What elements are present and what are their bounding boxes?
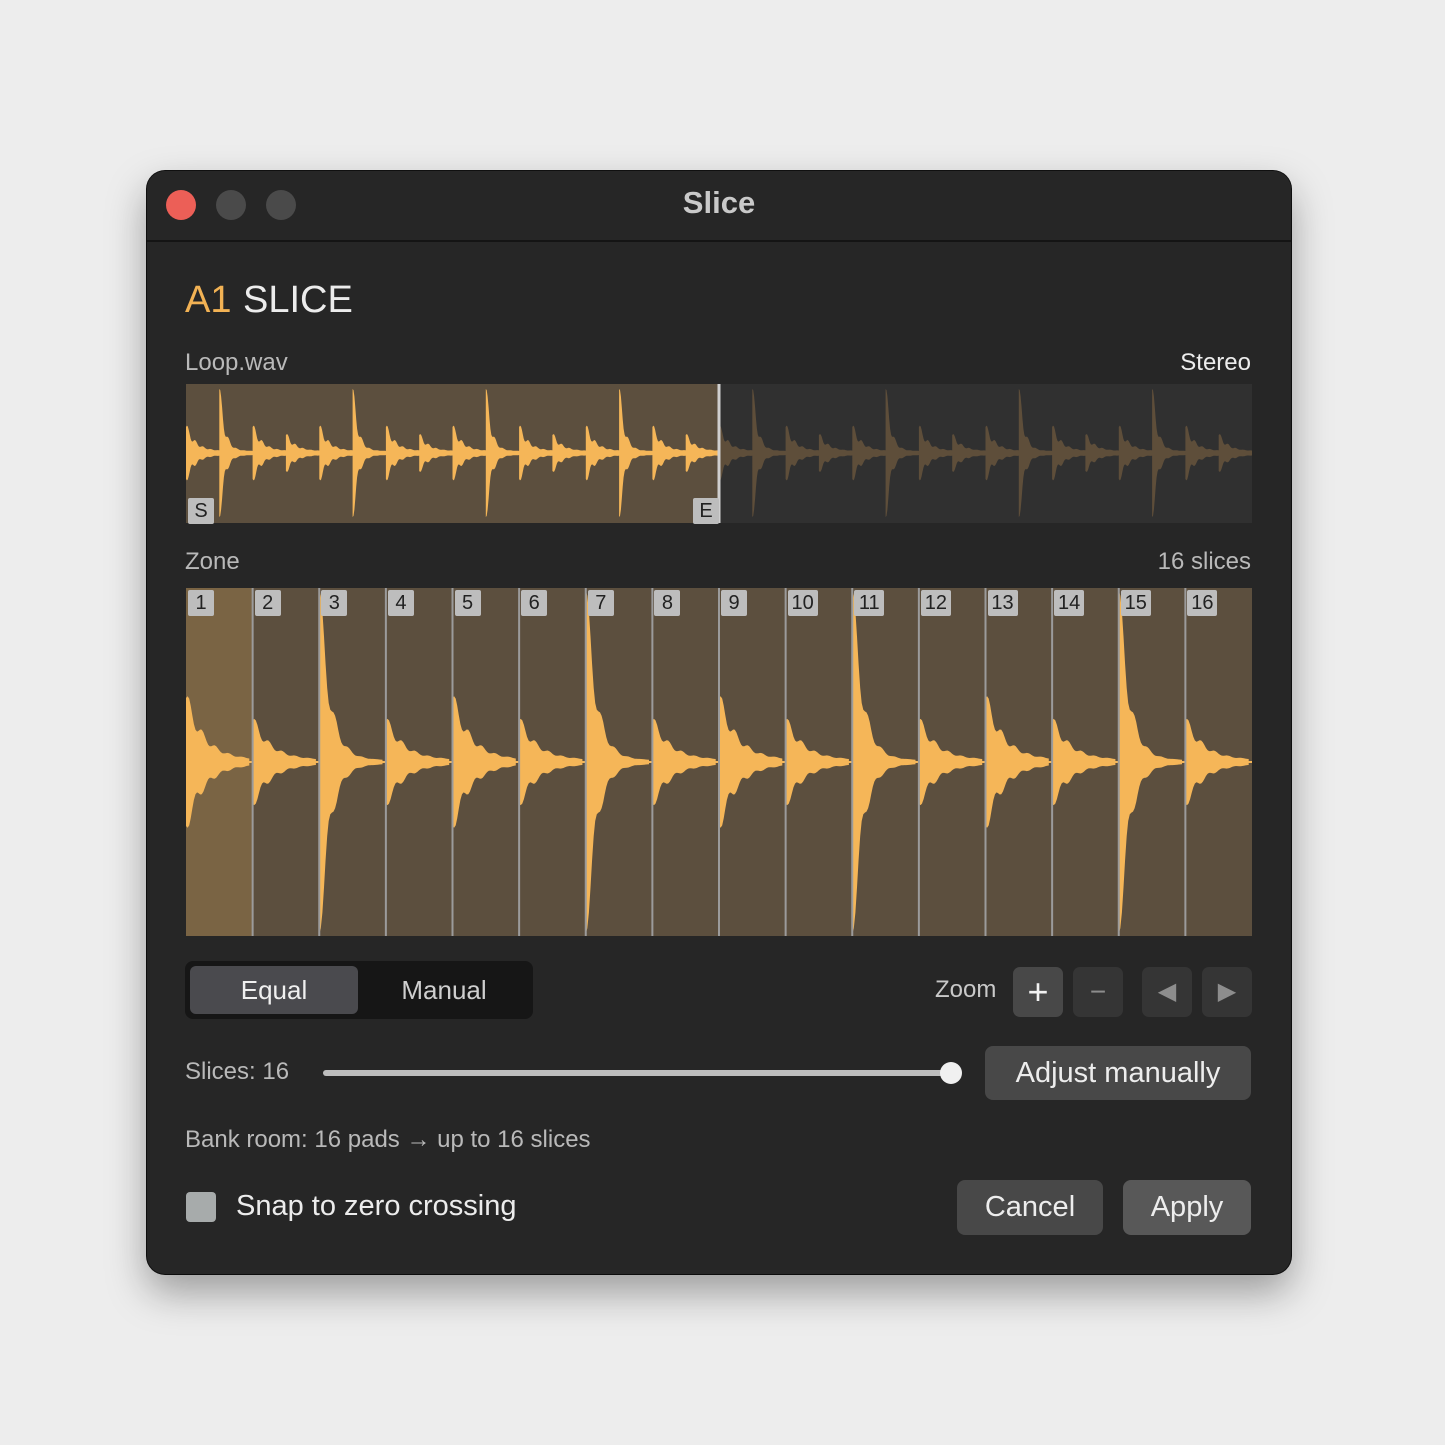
zoom-out-button[interactable]: −	[1073, 967, 1123, 1017]
slice-marker[interactable]: 5	[454, 590, 481, 616]
slice-marker[interactable]: 9	[721, 590, 747, 616]
slice-boundary-line[interactable]	[1117, 588, 1120, 936]
slice-boundary-line[interactable]	[651, 588, 654, 936]
apply-button[interactable]: Apply	[1123, 1180, 1251, 1235]
slice-boundary-line[interactable]	[917, 588, 920, 936]
arrow-left-icon: ◀	[1157, 978, 1177, 1005]
mode-heading: SLICE	[243, 279, 353, 321]
slice-marker[interactable]: 2	[254, 590, 281, 616]
slice-boundary-line[interactable]	[1051, 588, 1054, 936]
end-marker[interactable]: E	[693, 498, 719, 524]
zone-label: Zone	[185, 548, 240, 575]
slice-marker[interactable]: 15	[1120, 590, 1151, 616]
slice-boundary-line[interactable]	[384, 588, 387, 936]
slice-marker[interactable]: 10	[787, 590, 818, 616]
zone-waveform[interactable]	[186, 588, 1252, 936]
pad-id: A1	[185, 279, 232, 321]
slice-count: 16 slices	[1157, 548, 1251, 575]
slice-boundary-line[interactable]	[1184, 588, 1187, 936]
overview-waveform[interactable]	[186, 384, 1252, 523]
slice-marker[interactable]: 14	[1054, 590, 1085, 616]
snap-checkbox[interactable]	[186, 1192, 216, 1222]
slice-marker[interactable]: 8	[654, 590, 681, 616]
adjust-manually-button[interactable]: Adjust manually	[985, 1046, 1251, 1100]
slice-mode-toggle: Equal Manual	[185, 961, 533, 1019]
slice-marker[interactable]: 4	[387, 590, 414, 616]
slice-boundary-line[interactable]	[851, 588, 854, 936]
zoom-in-button[interactable]: +	[1013, 967, 1063, 1017]
slices-slider-fill	[323, 1070, 951, 1076]
title-bar: Slice	[147, 171, 1291, 242]
scroll-left-button[interactable]: ◀	[1142, 967, 1192, 1017]
slice-boundary-line[interactable]	[318, 588, 321, 936]
slice-marker[interactable]: 3	[321, 590, 348, 616]
cancel-button[interactable]: Cancel	[957, 1180, 1103, 1235]
zoom-label: Zoom	[935, 976, 997, 1003]
window-title: Slice	[682, 185, 756, 220]
slice-boundary-line[interactable]	[984, 588, 987, 936]
manual-mode-button[interactable]: Manual	[360, 966, 528, 1014]
slice-marker[interactable]: 1	[188, 590, 214, 616]
slice-boundary-line[interactable]	[251, 588, 254, 936]
slice-boundary-line[interactable]	[451, 588, 454, 936]
slice-boundary-line[interactable]	[518, 588, 521, 936]
channel-mode: Stereo	[1180, 349, 1251, 376]
slice-marker[interactable]: 16	[1187, 590, 1218, 616]
scroll-right-button[interactable]: ▶	[1202, 967, 1252, 1017]
equal-mode-button[interactable]: Equal	[190, 966, 358, 1014]
file-name: Loop.wav	[185, 349, 288, 376]
plus-icon: +	[1027, 971, 1049, 1012]
slice-marker[interactable]: 13	[987, 590, 1018, 616]
arrow-right-icon: ▶	[1217, 978, 1237, 1005]
slices-label: Slices: 16	[185, 1058, 290, 1085]
slices-slider-thumb[interactable]	[940, 1062, 962, 1084]
slice-marker[interactable]: 11	[854, 590, 885, 616]
start-marker[interactable]: S	[188, 498, 214, 524]
slice-marker[interactable]: 12	[920, 590, 951, 616]
slice-boundary-line[interactable]	[718, 588, 720, 936]
bank-info: Bank room: 16 pads → up to 16 slices	[185, 1126, 591, 1153]
slice-boundary-line[interactable]	[584, 588, 587, 936]
slice-marker[interactable]: 6	[521, 590, 548, 616]
slice-boundary-line[interactable]	[784, 588, 787, 936]
slice-dialog: Slice A1 SLICE Loop.wav Stereo S E Zone …	[147, 171, 1291, 1274]
slice-marker[interactable]: 7	[587, 590, 614, 616]
minus-icon: −	[1089, 976, 1107, 1007]
snap-label: Snap to zero crossing	[236, 1190, 517, 1222]
slices-slider[interactable]	[323, 1070, 951, 1076]
